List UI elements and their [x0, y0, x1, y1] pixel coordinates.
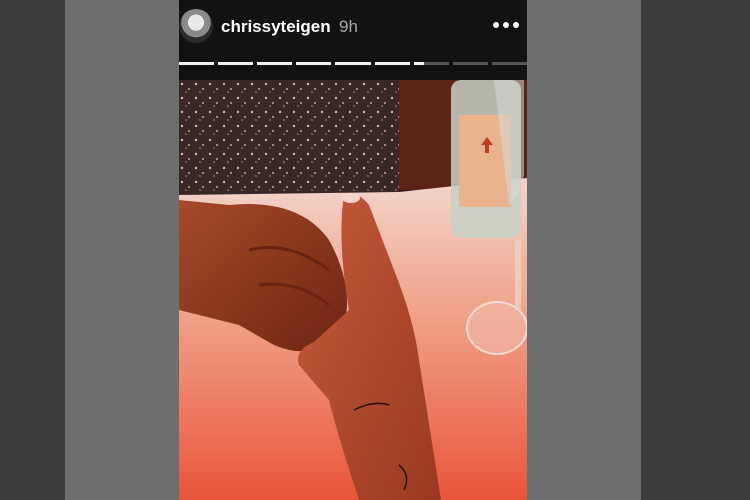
progress-segment	[218, 62, 254, 65]
progress-segment-fill	[413, 62, 425, 65]
dot-icon	[493, 22, 499, 28]
progress-segment	[179, 62, 215, 65]
story-viewer: chrissyteigen 9h	[179, 0, 527, 500]
more-options-icon[interactable]	[493, 13, 519, 35]
story-username[interactable]: chrissyteigen	[221, 17, 331, 37]
backdrop-mid-right	[527, 0, 641, 500]
progress-segment-fill	[335, 62, 371, 65]
progress-segment	[335, 62, 371, 65]
dot-icon	[513, 22, 519, 28]
progress-segment	[257, 62, 293, 65]
story-timestamp: 9h	[339, 17, 358, 36]
progress-segment-fill	[218, 62, 254, 65]
backdrop-left	[0, 0, 65, 500]
progress-segment	[491, 62, 527, 65]
progress-segment-fill	[374, 62, 410, 65]
progress-segment-fill	[296, 62, 332, 65]
progress-segment	[413, 62, 449, 65]
progress-segment-fill	[257, 62, 293, 65]
story-photo[interactable]	[179, 80, 527, 500]
progress-segment	[452, 62, 488, 65]
story-progress-bar	[179, 62, 527, 65]
backdrop-mid-left	[65, 0, 179, 500]
progress-segment	[374, 62, 410, 65]
progress-segment-fill	[179, 62, 215, 65]
dot-icon	[503, 22, 509, 28]
profile-avatar[interactable]	[179, 9, 213, 43]
story-photo-illustration	[179, 80, 527, 500]
story-header: chrissyteigen 9h	[179, 0, 527, 80]
progress-segment	[296, 62, 332, 65]
backdrop-right	[641, 0, 750, 500]
